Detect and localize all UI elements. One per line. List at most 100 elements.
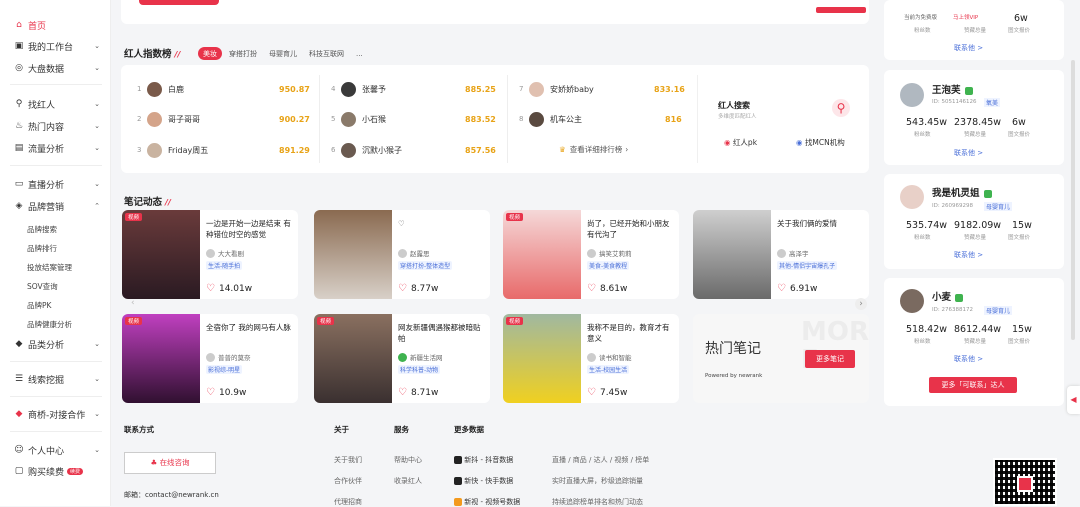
contact-link[interactable]: 联系他 > <box>954 250 983 260</box>
sidebar-sub-item[interactable]: 投放结案管理 <box>27 262 72 273</box>
sidebar-item-find-kol[interactable]: ⚲ 找红人 ⌄ <box>14 96 104 112</box>
home-icon: ⌂ <box>16 20 22 30</box>
stat-label: 粉丝数 <box>914 235 931 241</box>
note-card[interactable]: 视频 我称不是目的，教育才有意义 读书和智能 生活-校园生活 ♡ 7.45w <box>503 314 679 403</box>
contact-link[interactable]: 联系他 > <box>954 354 983 364</box>
tab-beauty[interactable]: 美妆 <box>198 47 222 60</box>
sidebar-item-hot-content[interactable]: ♨ 热门内容 ⌄ <box>14 118 104 134</box>
brand-icon: ◈ <box>15 201 23 211</box>
kol-card[interactable]: 我是机灵姐 ID: 260969298 母婴育儿 535.74w 9182.09… <box>884 174 1064 269</box>
get-vip-link[interactable]: 马上领VIP <box>953 13 978 21</box>
kol-likes: 2378.45w <box>954 117 1002 128</box>
avatar <box>341 81 356 97</box>
kol-fans: 543.45w <box>906 117 948 128</box>
note-card[interactable]: 视频 一边是开始一边是结束 有种错位时空的感觉 大大看剧 生活-随手拍 ♡ 14.… <box>122 210 298 299</box>
sidebar-sub-item[interactable]: 品牌健康分析 <box>27 319 72 330</box>
sidebar-item-profile[interactable]: ☺ 个人中心 ⌄ <box>14 442 104 458</box>
kol-price: 6w <box>1014 13 1028 24</box>
ranking-row[interactable]: 1 白鹿 <box>137 81 184 97</box>
kol-pk-link[interactable]: ◉ 红人pk <box>724 137 757 148</box>
sidebar: ⌂ 首页 ▣ 我的工作台 ⌄ ◎ 大盘数据 ⌄ ⚲ 找红人 ⌄ ♨ 热门内容 ⌄ ▤ 流量分析 ⌄ ▭… <box>0 0 111 506</box>
ranking-row[interactable]: 3 Friday周五 <box>137 142 208 158</box>
footer-link[interactable]: 新快 - 快手数据 <box>454 476 513 486</box>
side-toggle-icon[interactable]: ◀ <box>1067 386 1080 414</box>
kol-name: 我是机灵姐 <box>932 185 992 199</box>
sidebar-item-live[interactable]: ▭ 直播分析 ⌄ <box>14 176 104 192</box>
chart-icon: ▤ <box>14 143 24 153</box>
top-red-button-remnant[interactable] <box>139 0 219 5</box>
sidebar-item-brand[interactable]: ◈ 品牌营销 ⌃ <box>14 198 104 214</box>
sidebar-sub-item[interactable]: SOV查询 <box>27 281 58 292</box>
sidebar-sub-item[interactable]: 品牌PK <box>27 300 51 311</box>
divider <box>10 361 102 362</box>
footer-link[interactable]: 新抖 - 抖音数据 <box>454 455 513 465</box>
sidebar-item-traffic[interactable]: ▤ 流量分析 ⌄ <box>14 140 104 156</box>
note-likes: ♡ 7.45w <box>587 387 628 398</box>
carousel-next-icon[interactable]: › <box>855 298 867 310</box>
find-mcn-link[interactable]: ◉ 找MCN机构 <box>796 137 845 148</box>
sidebar-item-leads[interactable]: ☰ 线索挖掘 ⌄ <box>14 371 104 387</box>
scrollbar[interactable] <box>1071 60 1075 340</box>
kol-likes: 9182.09w <box>954 220 1002 231</box>
search-icon[interactable]: ⚲ <box>832 99 850 117</box>
note-category: 生活-随手拍 <box>206 261 243 270</box>
contact-link[interactable]: 联系他 > <box>954 148 983 158</box>
footer-service-heading: 服务 <box>394 425 409 434</box>
sidebar-item-workbench[interactable]: ▣ 我的工作台 ⌄ <box>14 38 104 54</box>
note-card[interactable]: ♡ 赵露思 穿搭打扮-整体造型 ♡ 8.77w <box>314 210 490 299</box>
ranking-row[interactable]: 7 安娇娇baby <box>519 81 594 97</box>
heart-icon: ♡ <box>398 219 405 228</box>
ranking-row[interactable]: 6 沉默小猴子 <box>331 142 402 158</box>
video-tag: 视频 <box>125 213 143 221</box>
online-consult-button[interactable]: ♣ 在线咨询 <box>124 452 216 474</box>
trophy-icon: ♛ <box>559 145 566 154</box>
note-title: 一边是开始一边是结束 有种错位时空的感觉 <box>206 219 291 239</box>
sidebar-sub-item[interactable]: 品牌排行 <box>27 243 57 254</box>
ranking-row[interactable]: 2 哥子哥哥 <box>137 111 200 127</box>
ranking-row[interactable]: 4 张馨予 <box>331 81 386 97</box>
top-red-tag-remnant[interactable] <box>816 7 866 13</box>
note-thumbnail <box>122 210 200 299</box>
note-card[interactable]: 视频 网友新疆偶遇猴都被暗贴帕 新疆生活网 科学科普-动物 ♡ 8.71w <box>314 314 490 403</box>
footer-more-data-heading: 更多数据 <box>454 425 484 434</box>
sidebar-sub-item[interactable]: 品牌搜索 <box>27 224 57 235</box>
ranking-score: 816 <box>665 115 682 124</box>
note-card[interactable]: 视频 尚了，已经开始和小朋友有代沟了 搞笑艾莉莉 美食-美食教程 ♡ 8.61w <box>503 210 679 299</box>
chevron-down-icon: ⌄ <box>94 375 100 383</box>
tab-baby[interactable]: 母婴育儿 <box>264 47 302 60</box>
category-icon: ◆ <box>15 339 23 349</box>
tab-fashion[interactable]: 穿搭打扮 <box>224 47 262 60</box>
kol-search-panel: 红人搜索 多维度匹配红人 ⚲ ◉ 红人pk ◉ 找MCN机构 <box>697 75 861 163</box>
carousel-prev-icon[interactable]: ‹ <box>131 298 135 308</box>
avatar <box>147 111 162 127</box>
note-title: ♡ <box>398 218 486 229</box>
ranking-row[interactable]: 8 机车公主 <box>519 111 582 127</box>
sidebar-item-renew[interactable]: ▢ 购买续费 续费 <box>14 463 104 479</box>
note-card[interactable]: 视频 全宿你了 我的网马有人脉 普普的莫奈 影视综-明星 ♡ 10.9w <box>122 314 298 403</box>
avatar <box>900 185 924 209</box>
footer-link[interactable]: 关于我们 <box>334 455 362 465</box>
tab-more[interactable]: ... <box>351 47 368 60</box>
sidebar-item-bridge[interactable]: ◆ 商桥-对接合作 ⌄ <box>14 406 104 422</box>
sidebar-item-category[interactable]: ◆ 品类分析 ⌄ <box>14 336 104 352</box>
ranking-row[interactable]: 5 小石猴 <box>331 111 386 127</box>
full-ranking-link[interactable]: ♛ 查看详细排行榜 › <box>559 144 628 155</box>
more-contactable-kols-button[interactable]: 更多「可联系」达人 <box>929 377 1017 393</box>
renew-badge: 续费 <box>67 467 84 475</box>
avatar <box>529 111 544 127</box>
kol-search-title[interactable]: 红人搜索 <box>718 100 750 111</box>
note-card[interactable]: 关于我们俩的爱情 高泽宇 其他-情侣宇宙爆孔子 ♡ 6.91w <box>693 210 869 299</box>
contact-link[interactable]: 联系他 > <box>954 43 983 53</box>
footer-link[interactable]: 收录红人 <box>394 476 422 486</box>
kol-card[interactable]: 小麦 ID: 276388172 母婴育儿 518.42w 8612.44w 1… <box>884 278 1064 406</box>
sidebar-item-dashboard[interactable]: ◎ 大盘数据 ⌄ <box>14 60 104 76</box>
heart-icon: ♡ <box>398 387 407 398</box>
footer-link[interactable]: 帮助中心 <box>394 455 422 465</box>
tab-tech[interactable]: 科技互联网 <box>304 47 349 60</box>
sidebar-item-home[interactable]: ⌂ 首页 <box>14 17 104 33</box>
kol-card[interactable]: 王泡芙 ID: 5051146126 氧美 543.45w 2378.45w 6… <box>884 70 1064 165</box>
footer-link[interactable]: 合作伙伴 <box>334 476 362 486</box>
ranking-card: 1 白鹿 950.87 2 哥子哥哥 900.27 3 Friday周五 891.29… <box>121 65 869 173</box>
avatar <box>587 248 596 258</box>
more-notes-button[interactable]: 更多笔记 <box>805 350 855 368</box>
